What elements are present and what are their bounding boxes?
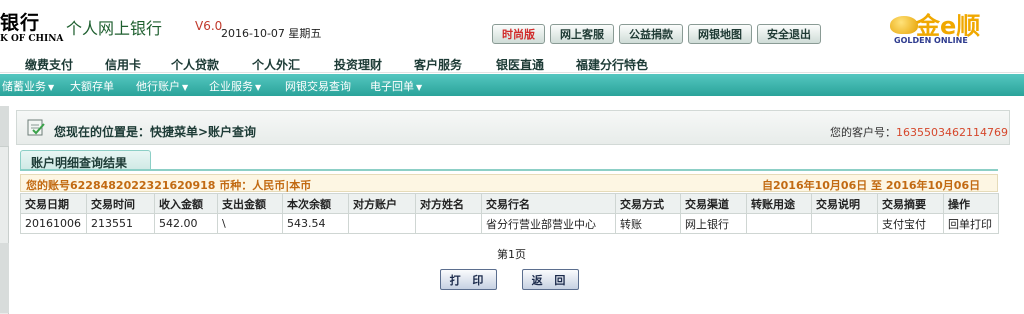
back-button[interactable]: 返 回 <box>522 269 579 290</box>
customer-number-value: 1635503462114769 <box>896 126 1008 139</box>
subnav-savings-label: 储蓄业务 <box>2 80 46 93</box>
subnav-enterprise-label: 企业服务 <box>209 80 253 93</box>
subnav-large-deposit[interactable]: 大额存单 <box>70 78 114 94</box>
page-indicator: 第1页 <box>497 248 526 261</box>
cell-expense: \ <box>217 213 283 234</box>
subnav-large-deposit-label: 大额存单 <box>70 80 114 93</box>
column-header: 交易渠道 <box>680 193 747 214</box>
document-check-icon <box>27 119 45 136</box>
column-header: 交易方式 <box>615 193 681 214</box>
fashion-version-button[interactable]: 时尚版 <box>492 24 545 44</box>
account-number-info: 您的账号6228482022321620918 币种：人民币|本币 <box>26 179 312 192</box>
gold-ingot-icon <box>890 16 918 34</box>
cell-transaction-method: 转账 <box>615 213 681 234</box>
content-panel: 您现在的位置是：快捷菜单>账户查询 您的客户号：1635503462114769… <box>16 110 1010 314</box>
column-header: 交易摘要 <box>877 193 944 214</box>
action-buttons: 打 印 返 回 <box>440 269 579 290</box>
app-version: V6.0 <box>195 19 223 33</box>
nav-forex[interactable]: 个人外汇 <box>252 56 300 73</box>
subnav-transaction-query-label: 网银交易查询 <box>285 80 351 93</box>
charity-donation-button[interactable]: 公益捐款 <box>619 24 683 44</box>
left-strip-segment <box>0 243 9 313</box>
date-range: 自2016年10月06日 至 2016年10月06日 <box>762 179 981 192</box>
safe-logout-button[interactable]: 安全退出 <box>757 24 821 44</box>
customer-number: 您的客户号：1635503462114769 <box>830 124 1008 140</box>
nav-customer-service[interactable]: 客户服务 <box>414 56 462 73</box>
column-header: 支出金额 <box>217 193 283 214</box>
cell-time: 213551 <box>86 213 155 234</box>
column-header: 对方账户 <box>348 193 416 214</box>
bank-logo-english: K OF CHINA <box>0 34 64 44</box>
cell-purpose <box>746 213 812 234</box>
bank-logo-name: 银行 <box>0 12 41 34</box>
column-header: 交易说明 <box>811 193 878 214</box>
subnav-enterprise[interactable]: 企业服务 ▼ <box>209 78 261 94</box>
chevron-down-icon: ▼ <box>48 83 55 92</box>
cell-summary: 支付宝付 <box>877 213 944 234</box>
cell-channel: 网上银行 <box>680 213 747 234</box>
subnav-other-bank[interactable]: 他行账户 ▼ <box>136 78 188 94</box>
nav-investment[interactable]: 投资理财 <box>334 56 382 73</box>
column-header: 本次余额 <box>282 193 349 214</box>
column-header: 交易行名 <box>481 193 616 214</box>
tab-underline <box>20 169 998 171</box>
column-header: 操作 <box>943 193 999 214</box>
customer-number-label: 您的客户号： <box>830 126 896 139</box>
chevron-down-icon: ▼ <box>255 83 262 92</box>
cell-counterparty-name <box>415 213 482 234</box>
subnav-e-receipt-label: 电子回单 <box>370 80 414 93</box>
account-info-bar: 您的账号6228482022321620918 币种：人民币|本币 自2016年… <box>20 174 998 192</box>
golden-online-brand: 金e顺 GOLDEN ONLINE <box>890 6 1020 48</box>
nav-medical[interactable]: 银医直通 <box>496 56 544 73</box>
table-header-row: 交易日期 交易时间 收入金额 支出金额 本次余额 对方账户 对方姓名 交易行名 … <box>20 193 999 214</box>
sub-nav: 储蓄业务 ▼ 大额存单 他行账户 ▼ 企业服务 ▼ 网银交易查询 电子回单 ▼ <box>0 74 1024 96</box>
nav-payment[interactable]: 缴费支付 <box>25 56 73 73</box>
tab-account-detail-result[interactable]: 账户明细查询结果 <box>20 150 151 170</box>
chevron-down-icon: ▼ <box>182 83 189 92</box>
column-header: 对方姓名 <box>415 193 482 214</box>
brand-english: GOLDEN ONLINE <box>894 36 968 45</box>
nav-fujian-branch[interactable]: 福建分行特色 <box>576 56 648 73</box>
app-title: 个人网上银行 <box>66 19 163 38</box>
cell-income: 542.00 <box>154 213 218 234</box>
main-nav: 缴费支付 信用卡 个人贷款 个人外汇 投资理财 客户服务 银医直通 福建分行特色 <box>0 53 1024 73</box>
header: 银行 K OF CHINA 个人网上银行 V6.0 2016-10-07 星期五… <box>0 0 1024 52</box>
breadcrumb: 您现在的位置是：快捷菜单>账户查询 <box>54 125 257 139</box>
table-row: 20161006 213551 542.00 \ 543.54 省分行营业部营业… <box>20 213 999 234</box>
nav-personal-loan[interactable]: 个人贷款 <box>171 56 219 73</box>
location-bar: 您现在的位置是：快捷菜单>账户查询 您的客户号：1635503462114769 <box>16 110 1010 145</box>
left-collapse-strip[interactable] <box>0 106 9 314</box>
column-header: 收入金额 <box>154 193 218 214</box>
print-button[interactable]: 打 印 <box>440 269 497 290</box>
cell-balance: 543.54 <box>282 213 349 234</box>
cell-description <box>811 213 878 234</box>
current-date: 2016-10-07 星期五 <box>221 27 322 40</box>
chevron-down-icon: ▼ <box>416 83 423 92</box>
print-receipt-link[interactable]: 回单打印 <box>943 213 999 234</box>
subnav-savings[interactable]: 储蓄业务 ▼ <box>2 78 54 94</box>
transaction-table: 交易日期 交易时间 收入金额 支出金额 本次余额 对方账户 对方姓名 交易行名 … <box>20 193 999 234</box>
column-header: 转账用途 <box>746 193 812 214</box>
column-header: 交易日期 <box>20 193 87 214</box>
subnav-transaction-query[interactable]: 网银交易查询 <box>285 78 351 94</box>
cell-counterparty-account <box>348 213 416 234</box>
left-strip-segment <box>0 106 9 147</box>
nav-credit-card[interactable]: 信用卡 <box>105 56 141 73</box>
subnav-e-receipt[interactable]: 电子回单 ▼ <box>370 78 422 94</box>
column-header: 交易时间 <box>86 193 155 214</box>
bank-map-button[interactable]: 网银地图 <box>688 24 752 44</box>
top-button-group: 时尚版 网上客服 公益捐款 网银地图 安全退出 <box>492 24 821 44</box>
cell-date: 20161006 <box>20 213 87 234</box>
subnav-other-bank-label: 他行账户 <box>136 80 180 93</box>
cell-bank-branch: 省分行营业部营业中心 <box>481 213 616 234</box>
online-service-button[interactable]: 网上客服 <box>550 24 614 44</box>
